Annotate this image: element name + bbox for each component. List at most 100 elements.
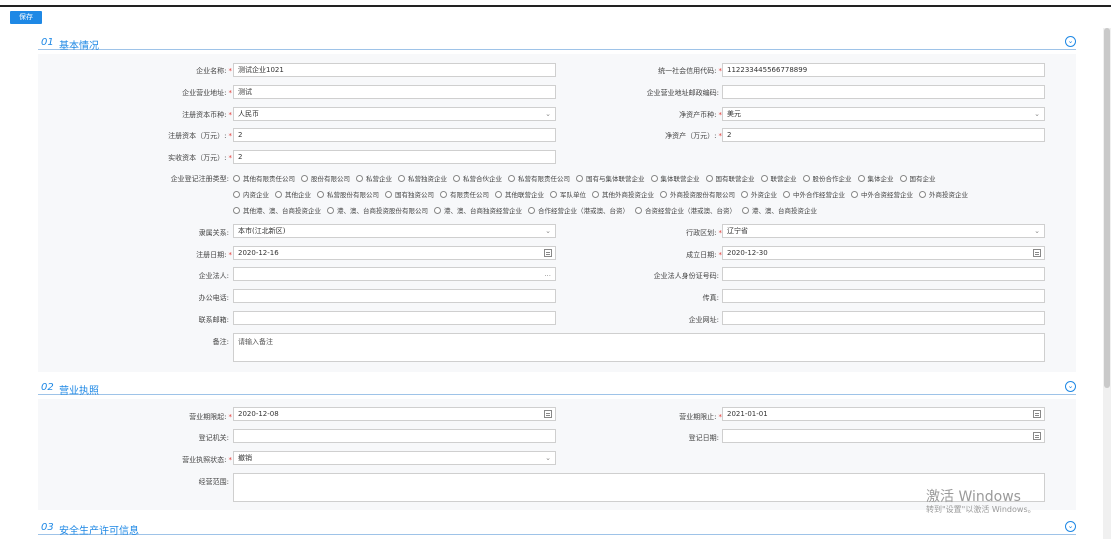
reg-type-radio[interactable]: 私营独资企业 [398, 173, 447, 183]
net-assets-input[interactable]: 2 [722, 128, 1045, 142]
reg-type-radio[interactable]: 港、澳、台商独资经营企业 [434, 205, 522, 215]
section-header-license[interactable]: 02 营业执照 ⌄ [38, 381, 1076, 397]
region-label: 行政区划: * [686, 229, 722, 237]
reg-currency-value: 人民币 [238, 110, 259, 118]
remark-textarea[interactable]: 请输入备注 [233, 333, 1045, 362]
scroll-thumb[interactable] [1104, 28, 1110, 388]
calendar-icon[interactable] [1033, 410, 1041, 418]
office-phone-label: 办公电话: [198, 294, 229, 302]
region-select[interactable]: 辽宁省 ⌄ [722, 224, 1045, 238]
affiliation-select[interactable]: 本市(江北新区) ⌄ [233, 224, 556, 238]
radio-circle-icon [742, 207, 749, 214]
reg-type-radio[interactable]: 中外合作经营企业 [783, 189, 845, 199]
chevron-down-icon: ⌄ [1034, 110, 1040, 118]
reg-type-radio[interactable]: 联营企业 [760, 173, 797, 183]
reg-currency-select[interactable]: 人民币 ⌄ [233, 107, 556, 121]
save-button[interactable]: 保存 [10, 11, 42, 24]
radio-label: 外商投资企业 [929, 191, 968, 199]
reg-type-row-2: 内资企业 其他企业 私营股份有限公司 国有独资公司 有限责任公司 其他联营企业 军队单位 其他… [233, 189, 974, 199]
radio-circle-icon [919, 191, 926, 198]
section-header-safety[interactable]: 03 安全生产许可信息 ⌄ [38, 521, 1076, 537]
reg-type-radio[interactable]: 其他联营企业 [495, 189, 544, 199]
ellipsis-icon[interactable]: ... [544, 268, 551, 280]
reg-type-radio[interactable]: 中外合资经营企业 [851, 189, 913, 199]
fax-input[interactable] [722, 289, 1045, 303]
collapse-chevron-icon[interactable]: ⌄ [1065, 521, 1076, 532]
calendar-icon[interactable] [544, 249, 552, 257]
license-status-select[interactable]: 撤销 ⌄ [233, 451, 556, 465]
postcode-input[interactable] [722, 85, 1045, 99]
license-start-input[interactable]: 2020-12-08 [233, 407, 556, 421]
scope-textarea[interactable] [233, 473, 1045, 502]
website-input[interactable] [722, 311, 1045, 325]
license-end-input[interactable]: 2021-01-01 [722, 407, 1045, 421]
reg-date-label: 注册日期: * [196, 251, 232, 259]
reg-date-input[interactable]: 2020-12-16 [233, 246, 556, 260]
radio-circle-icon [233, 207, 240, 214]
reg-type-radio[interactable]: 外商投资股份有限公司 [660, 189, 735, 199]
reg-type-radio[interactable]: 其他企业 [275, 189, 311, 199]
license-reg-date-input[interactable] [722, 429, 1045, 443]
email-input[interactable] [233, 311, 556, 325]
radio-label: 私营有限责任公司 [518, 175, 570, 183]
reg-type-radio[interactable]: 国有企业 [899, 173, 936, 183]
reg-type-radio[interactable]: 有限责任公司 [440, 189, 489, 199]
radio-circle-icon [851, 191, 858, 198]
reg-type-radio[interactable]: 港、澳、台商投资企业 [742, 205, 817, 215]
collapse-chevron-icon[interactable]: ⌄ [1065, 381, 1076, 392]
office-phone-input[interactable] [233, 289, 556, 303]
reg-capital-input[interactable]: 2 [233, 128, 556, 142]
legal-person-input[interactable]: ... [233, 267, 556, 281]
reg-type-radio[interactable]: 内资企业 [233, 189, 269, 199]
reg-type-radio[interactable]: 其他有限责任公司 [233, 173, 295, 183]
company-name-input[interactable]: 测试企业1021 [233, 63, 556, 77]
reg-type-radio[interactable]: 外商投资企业 [919, 189, 968, 199]
radio-circle-icon [508, 175, 515, 182]
reg-type-radio[interactable]: 私营股份有限公司 [317, 189, 379, 199]
legal-id-input[interactable] [722, 267, 1045, 281]
reg-type-radio[interactable]: 集体企业 [857, 173, 894, 183]
reg-type-radio[interactable]: 私营有限责任公司 [508, 173, 570, 183]
reg-type-radio[interactable]: 其他外商投资企业 [592, 189, 654, 199]
reg-currency-label: 注册资本币种: * [182, 111, 232, 119]
reg-type-radio[interactable]: 集体联营企业 [650, 173, 700, 183]
radio-circle-icon [592, 191, 599, 198]
calendar-icon[interactable] [544, 410, 552, 418]
radio-circle-icon [802, 175, 810, 182]
radio-label: 合作经营企业（港或澳、台资） [538, 207, 629, 215]
reg-type-radio[interactable]: 私营企业 [356, 173, 392, 183]
license-reg-date-label: 登记日期: [688, 434, 719, 442]
radio-circle-icon [385, 191, 392, 198]
reg-type-radio[interactable]: 外资企业 [741, 189, 777, 199]
reg-type-radio[interactable]: 国有独资公司 [385, 189, 434, 199]
address-input[interactable]: 测试 [233, 85, 556, 99]
legal-id-label: 企业法人身份证号码: [653, 272, 719, 280]
radio-label: 军队单位 [560, 191, 586, 199]
radio-circle-icon [660, 191, 667, 198]
vertical-scrollbar[interactable] [1103, 28, 1111, 539]
reg-type-radio[interactable]: 军队单位 [550, 189, 586, 199]
reg-capital-label: 注册资本（万元）: * [168, 132, 232, 140]
est-date-input[interactable]: 2020-12-30 [722, 246, 1045, 260]
reg-type-radio[interactable]: 港、澳、台商投资股份有限公司 [327, 205, 428, 215]
net-currency-select[interactable]: 美元 ⌄ [722, 107, 1045, 121]
calendar-icon[interactable] [1033, 432, 1041, 440]
reg-type-radio[interactable]: 国有联营企业 [705, 173, 755, 183]
reg-type-radio[interactable]: 股份合作企业 [802, 173, 852, 183]
reg-type-radio[interactable]: 股份有限公司 [301, 173, 350, 183]
calendar-icon[interactable] [1033, 249, 1041, 257]
collapse-chevron-icon[interactable]: ⌄ [1065, 36, 1076, 47]
authority-label: 登记机关: [198, 434, 229, 442]
reg-type-radio[interactable]: 国有与集体联营企业 [576, 173, 645, 183]
section-header-basic[interactable]: 01 基本情况 ⌄ [38, 36, 1076, 52]
radio-circle-icon [275, 191, 282, 198]
credit-code-input[interactable]: 112233445566778899 [722, 63, 1045, 77]
radio-circle-icon [857, 175, 865, 182]
reg-type-radio[interactable]: 其他港、澳、台商投资企业 [233, 205, 321, 215]
authority-input[interactable] [233, 429, 556, 443]
radio-circle-icon [705, 175, 713, 182]
reg-type-radio[interactable]: 合作经营企业（港或澳、台资） [528, 205, 629, 215]
reg-type-radio[interactable]: 合资经营企业（港或澳、台资） [635, 205, 736, 215]
paid-capital-input[interactable]: 2 [233, 150, 556, 164]
reg-type-radio[interactable]: 私营合伙企业 [453, 173, 502, 183]
